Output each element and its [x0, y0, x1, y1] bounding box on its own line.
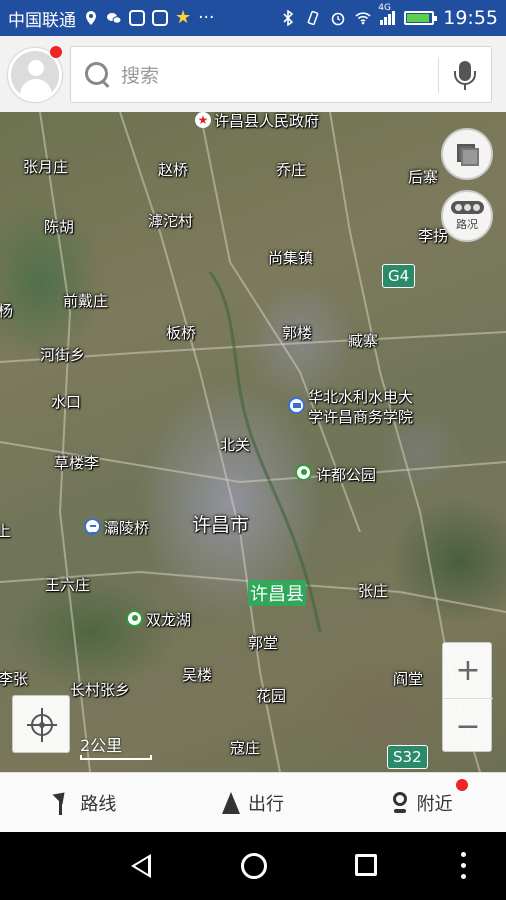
government-poi-icon[interactable]: ★ — [195, 112, 211, 128]
map-label-village[interactable]: 吴楼 — [182, 664, 212, 685]
map-label-town[interactable]: 长村张乡 — [70, 679, 130, 700]
nearby-notification-dot — [456, 779, 469, 791]
traffic-light-icon — [450, 200, 484, 214]
map-label-village[interactable]: 后寨 — [408, 166, 438, 187]
map-label-village[interactable]: 李张 — [0, 668, 28, 689]
zoom-out-button[interactable]: − — [443, 698, 493, 753]
bluetooth-icon — [283, 10, 294, 26]
search-input[interactable]: 搜索 — [70, 46, 492, 103]
map-label-village[interactable]: 草楼李 — [54, 452, 99, 473]
map-label-county[interactable]: 许昌县 — [248, 580, 306, 606]
map-label-village[interactable]: 郭楼 — [282, 322, 312, 343]
recent-apps-icon[interactable] — [355, 854, 377, 876]
map-label-village[interactable]: 滹沱村 — [148, 210, 193, 231]
star-app-icon: ★ — [175, 7, 192, 28]
map-label-landmark[interactable]: 灞陵桥 — [104, 517, 149, 538]
system-nav-bar — [0, 832, 506, 900]
route-icon — [52, 791, 72, 815]
nearby-tab[interactable]: 附近 — [337, 773, 506, 832]
map-label-village[interactable]: 郭堂 — [248, 632, 278, 653]
nearby-label: 附近 — [416, 793, 453, 815]
map-label-village[interactable]: 乔庄 — [276, 159, 306, 180]
map-label-village[interactable]: 张庄 — [358, 580, 388, 601]
bottom-nav: 路线 出行 附近 — [0, 772, 506, 832]
map-label-university[interactable]: 华北水利水电大 学许昌商务学院 — [308, 387, 413, 427]
location-icon — [86, 11, 96, 25]
search-placeholder: 搜索 — [121, 65, 160, 87]
map-scale-label: 2公里 — [80, 736, 123, 755]
battery-icon — [404, 11, 438, 25]
map-label-edge: 上 — [0, 522, 12, 540]
cellular-signal-icon: 4G — [378, 3, 396, 25]
map-label-park[interactable]: 许都公园 — [316, 464, 376, 485]
app-notification-icon — [152, 10, 168, 26]
map-label-district[interactable]: 北关 — [220, 434, 250, 455]
map-label-village[interactable]: 寇庄 — [230, 737, 260, 758]
more-vertical-icon[interactable] — [461, 852, 466, 880]
highway-shield-g4: G4 — [382, 264, 416, 288]
wifi-icon — [355, 12, 371, 25]
locate-me-button[interactable] — [12, 695, 70, 753]
avatar-head — [28, 60, 44, 76]
satellite-map[interactable]: ★ 许昌县人民政府 张月庄 赵桥 乔庄 后寨 陈胡 滹沱村 李拐 尚集镇 G4 … — [0, 112, 506, 772]
park-poi-icon[interactable] — [295, 464, 312, 481]
map-label-village[interactable]: 板桥 — [166, 322, 196, 343]
map-label-lake[interactable]: 双龙湖 — [146, 609, 191, 630]
route-tab[interactable]: 路线 — [0, 773, 169, 832]
map-label-city[interactable]: 许昌市 — [192, 510, 249, 537]
vibrate-icon — [307, 10, 319, 26]
navigation-arrow-icon — [222, 791, 240, 814]
status-bar: 中国联通 ★ ··· 4G 19:55 — [0, 0, 506, 36]
alarm-icon — [331, 12, 345, 26]
search-header: 搜索 — [0, 36, 506, 112]
search-icon — [85, 61, 111, 88]
map-label-town[interactable]: 河街乡 — [40, 344, 85, 365]
landmark-poi-icon[interactable] — [84, 518, 101, 535]
map-label-village[interactable]: 杨 — [0, 300, 13, 321]
crosshair-icon — [27, 714, 57, 736]
avatar-body — [20, 79, 52, 99]
route-label: 路线 — [80, 793, 117, 815]
road-network — [0, 112, 506, 772]
carrier-name: 中国联通 — [8, 10, 76, 31]
home-icon[interactable] — [241, 853, 267, 879]
highway-shield-s32: S32 — [387, 745, 428, 769]
go-label: 出行 — [248, 793, 284, 815]
clock: 19:55 — [443, 7, 498, 29]
map-label-village[interactable]: 赵桥 — [158, 159, 188, 180]
map-label-village[interactable]: 臧寨 — [348, 330, 378, 351]
more-notifications-icon: ··· — [198, 8, 215, 28]
traffic-label: 路况 — [456, 217, 478, 231]
back-icon[interactable] — [131, 854, 151, 878]
zoom-in-button[interactable]: + — [443, 643, 493, 698]
map-label-village[interactable]: 张月庄 — [23, 156, 68, 177]
layers-icon — [455, 142, 479, 166]
map-scale-bar — [80, 755, 152, 760]
map-label-village[interactable]: 前戴庄 — [63, 290, 108, 311]
map-label-gov[interactable]: 许昌县人民政府 — [214, 112, 319, 131]
microphone-icon[interactable] — [439, 55, 491, 95]
map-label-village[interactable]: 花园 — [256, 685, 286, 706]
map-label-village[interactable]: 王六庄 — [45, 574, 90, 595]
notification-dot — [50, 46, 62, 58]
map-label-village[interactable]: 水口 — [51, 391, 81, 412]
map-label-town[interactable]: 尚集镇 — [268, 247, 313, 268]
park-poi-icon[interactable] — [126, 610, 143, 627]
app-notification-icon — [129, 10, 145, 26]
university-poi-icon[interactable] — [288, 397, 305, 414]
layers-button[interactable] — [441, 128, 493, 180]
map-label-village[interactable]: 阎堂 — [393, 668, 423, 689]
location-pin-icon — [391, 791, 409, 814]
traffic-button[interactable]: 路况 — [441, 190, 493, 242]
go-tab[interactable]: 出行 — [169, 773, 338, 832]
wechat-icon — [107, 13, 122, 24]
zoom-control: + − — [442, 642, 493, 753]
map-label-village[interactable]: 陈胡 — [44, 216, 74, 237]
